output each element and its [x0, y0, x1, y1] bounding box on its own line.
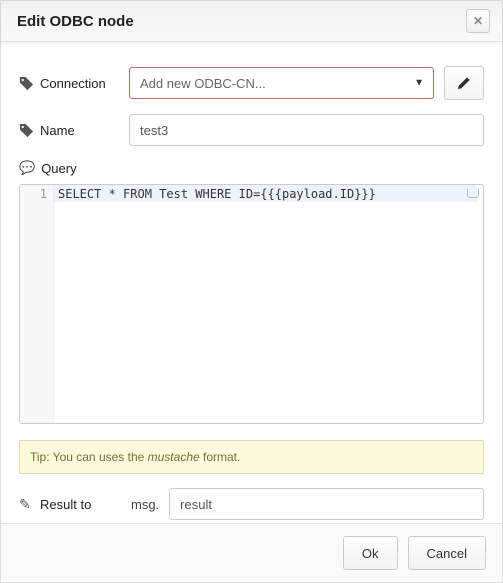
name-row: Name [19, 114, 484, 146]
connection-row: Connection Add new ODBC-CN... ▼ [19, 66, 484, 100]
fold-handle-icon [467, 189, 479, 198]
edit-connection-button[interactable] [444, 66, 484, 100]
result-input[interactable] [169, 488, 484, 520]
tip-text-suffix: format. [200, 450, 241, 464]
result-label-text: Result to [40, 497, 91, 512]
query-text: SELECT * FROM Test WHERE ID={{{payload.I… [58, 187, 475, 201]
comment-icon: 💬 [19, 160, 35, 176]
edit-icon: ✎ [19, 497, 34, 512]
close-icon: ✕ [473, 14, 483, 28]
dialog-footer: Ok Cancel [1, 523, 502, 582]
tip-text-prefix: Tip: You can uses the [30, 450, 148, 464]
name-input[interactable] [129, 114, 484, 146]
dialog: Edit ODBC node ✕ Connection Add new ODBC… [0, 0, 503, 583]
editor-gutter: 1 [20, 185, 54, 423]
connection-label: Connection [19, 76, 119, 91]
tag-icon [19, 76, 34, 91]
result-prefix: msg. [131, 497, 159, 512]
tip-text-emph: mustache [148, 450, 200, 464]
ok-button[interactable]: Ok [343, 536, 398, 570]
query-label: 💬 Query [19, 160, 484, 176]
connection-select[interactable]: Add new ODBC-CN... [129, 67, 434, 99]
cancel-button[interactable]: Cancel [408, 536, 486, 570]
tag-icon [19, 123, 34, 138]
tip-box: Tip: You can uses the mustache format. [19, 440, 484, 474]
name-label: Name [19, 123, 119, 138]
query-block: 💬 Query 1 SELECT * FROM Test WHERE ID={{… [19, 160, 484, 424]
pencil-icon [457, 76, 471, 90]
titlebar: Edit ODBC node ✕ [1, 1, 502, 42]
close-button[interactable]: ✕ [466, 9, 490, 33]
name-label-text: Name [40, 123, 75, 138]
result-row: ✎ Result to msg. [19, 488, 484, 520]
dialog-body: Connection Add new ODBC-CN... ▼ Name 💬 [1, 42, 502, 523]
query-label-text: Query [41, 161, 76, 176]
connection-label-text: Connection [40, 76, 106, 91]
connection-select-wrap: Add new ODBC-CN... ▼ [129, 67, 434, 99]
result-label: ✎ Result to [19, 497, 119, 512]
query-editor[interactable]: 1 SELECT * FROM Test WHERE ID={{{payload… [19, 184, 484, 424]
dialog-title: Edit ODBC node [17, 13, 134, 30]
editor-lineno: 1 [40, 187, 47, 201]
